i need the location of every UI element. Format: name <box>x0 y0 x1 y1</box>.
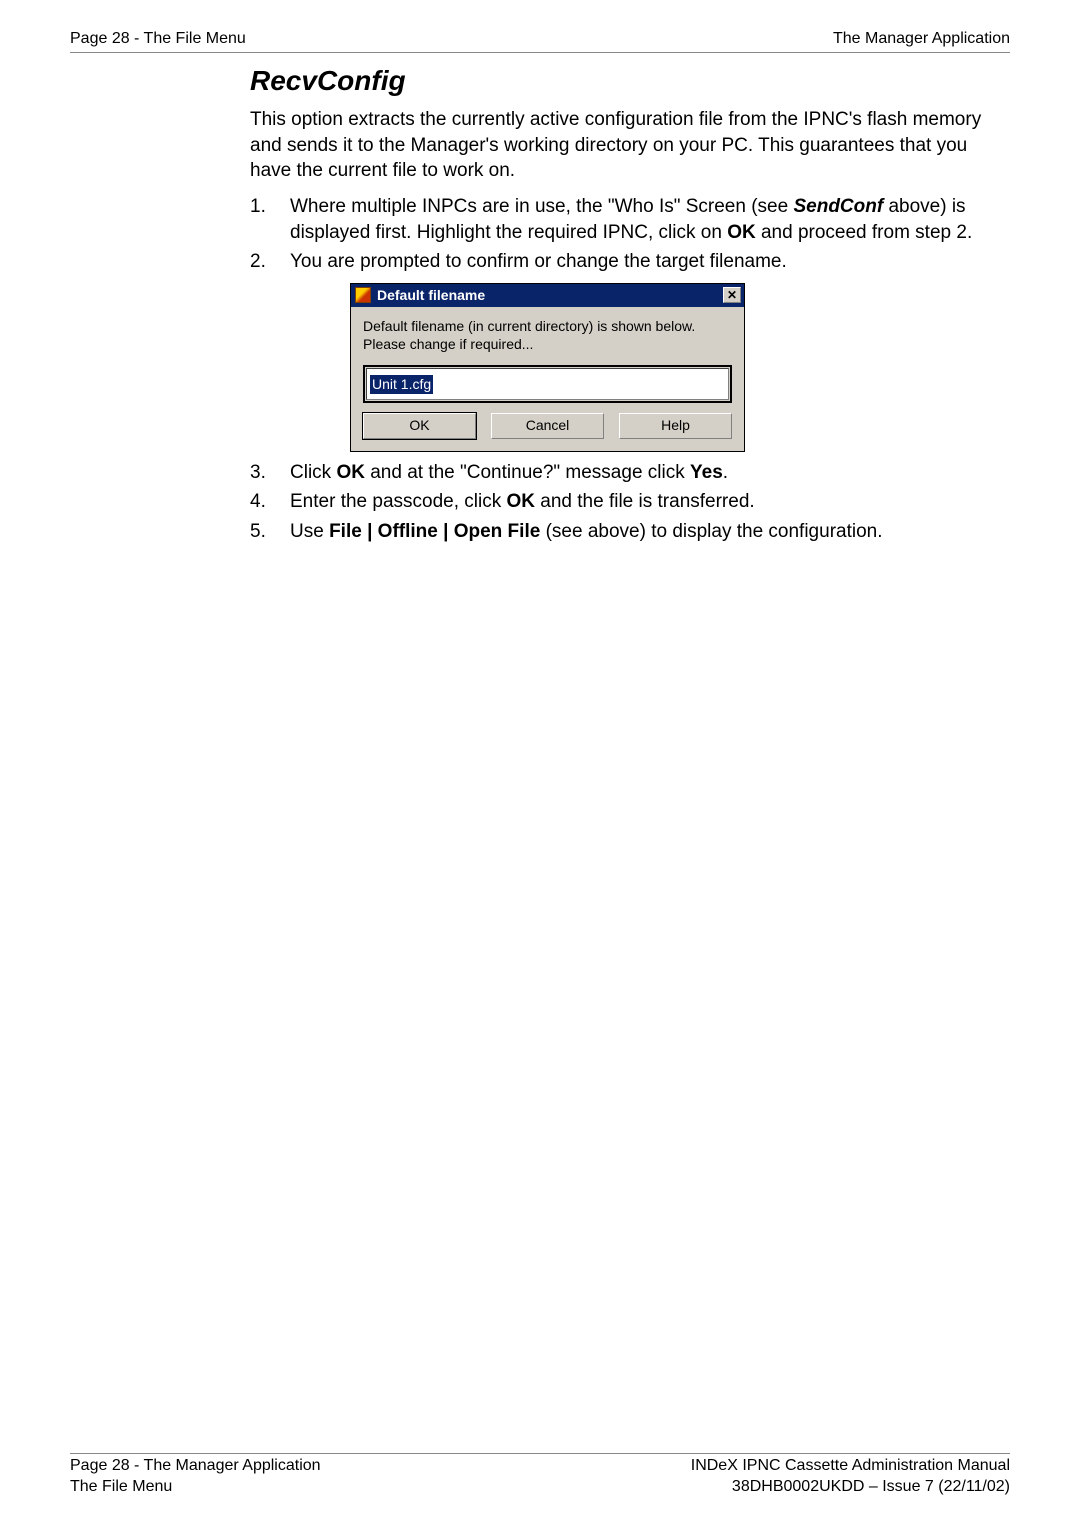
app-icon <box>355 287 371 303</box>
dialog-titlebar[interactable]: Default filename ✕ <box>351 284 744 307</box>
section-intro: This option extracts the currently activ… <box>250 107 1010 184</box>
footer-right-2: 38DHB0002UKDD – Issue 7 (22/11/02) <box>691 1476 1010 1498</box>
cancel-button[interactable]: Cancel <box>491 413 604 439</box>
ok-button[interactable]: OK <box>363 413 476 439</box>
filename-value: Unit 1.cfg <box>370 375 433 394</box>
footer-right-1: INDeX IPNC Cassette Administration Manua… <box>691 1455 1010 1477</box>
footer-left-1: Page 28 - The Manager Application <box>70 1455 321 1477</box>
step-1: Where multiple INPCs are in use, the "Wh… <box>250 194 1010 245</box>
filename-input[interactable]: Unit 1.cfg <box>363 365 732 403</box>
help-button[interactable]: Help <box>619 413 732 439</box>
close-icon[interactable]: ✕ <box>723 287 741 303</box>
footer-left-2: The File Menu <box>70 1476 321 1498</box>
header-right: The Manager Application <box>833 30 1010 48</box>
step-5: Use File | Offline | Open File (see abov… <box>250 519 1010 545</box>
step-4: Enter the passcode, click OK and the fil… <box>250 489 1010 515</box>
page-footer: Page 28 - The Manager Application The Fi… <box>70 1455 1010 1498</box>
ref-ok: OK <box>727 222 756 243</box>
dialog-title: Default filename <box>377 286 485 305</box>
step-3: Click OK and at the "Continue?" message … <box>250 460 1010 486</box>
page-header: Page 28 - The File Menu The Manager Appl… <box>70 30 1010 53</box>
ref-sendconf: SendConf <box>793 196 883 217</box>
step-2: You are prompted to confirm or change th… <box>250 249 1010 452</box>
default-filename-dialog: Default filename ✕ Default filename (in … <box>350 283 745 452</box>
dialog-message: Default filename (in current directory) … <box>363 317 732 353</box>
steps-list: Where multiple INPCs are in use, the "Wh… <box>250 194 1010 545</box>
section-title: RecvConfig <box>250 65 1010 97</box>
header-left: Page 28 - The File Menu <box>70 30 246 48</box>
